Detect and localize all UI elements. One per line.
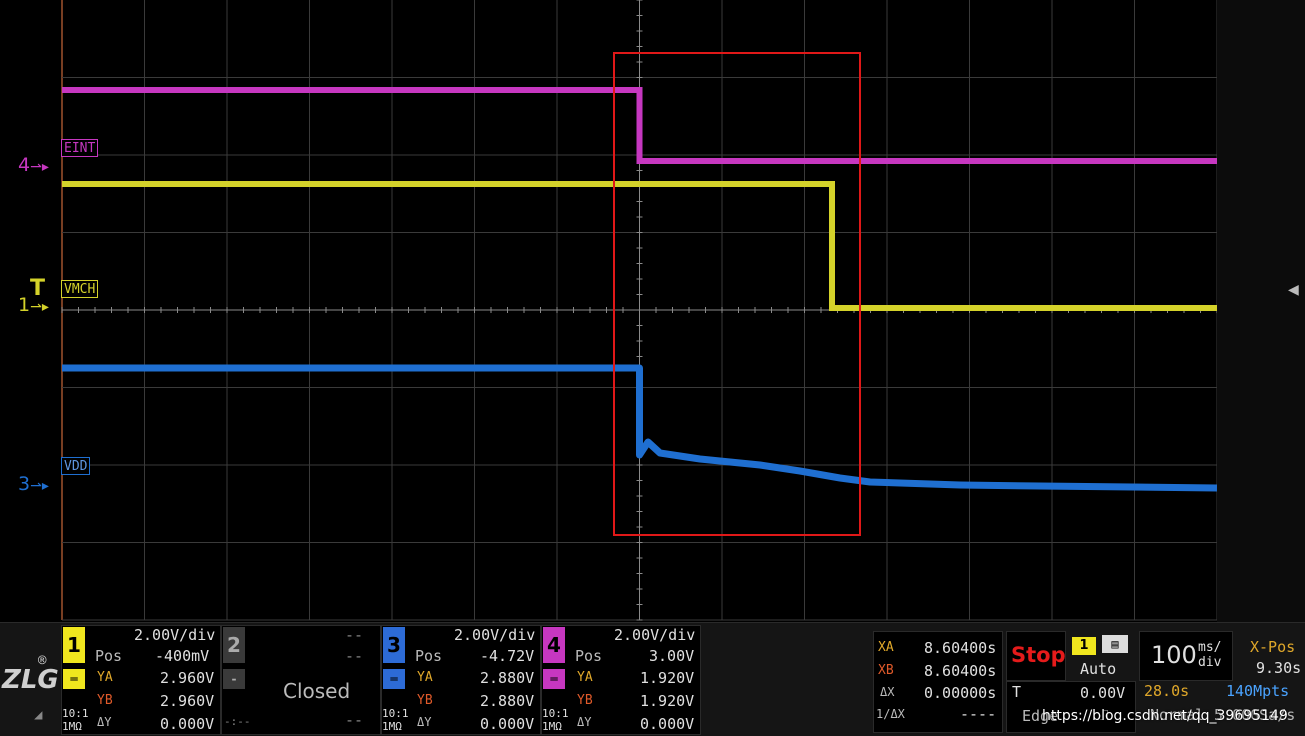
timebase-unit-bottom: div — [1198, 655, 1222, 670]
scope-display[interactable]: EINT VMCH VDD 4⇀▸ T 1⇀▸ 3⇀▸ — [0, 0, 1305, 622]
ch4-probe[interactable]: 10:1 — [542, 707, 569, 720]
ch4-badge[interactable]: 4 — [543, 627, 565, 663]
ch1-dy-label: ΔY — [97, 715, 112, 729]
arrow-right-icon: ⇀▸ — [30, 159, 49, 175]
ch4-coupling-icon[interactable]: ═ — [543, 669, 565, 689]
cursor-xb-label: XB — [878, 663, 894, 678]
ch3-yb-value: 2.880V — [480, 692, 535, 710]
ch3-pos-label: Pos — [415, 647, 443, 665]
ch1-impedance[interactable]: 1MΩ — [62, 720, 82, 733]
cursor-xb-value: 8.60400s — [924, 662, 997, 680]
arrow-right-icon: ⇀▸ — [30, 478, 49, 494]
memory-depth[interactable]: 140Mpts — [1226, 682, 1289, 700]
ch1-ya-value: 2.960V — [160, 669, 215, 687]
cursor-xa-value: 8.60400s — [924, 639, 997, 657]
ch2-probe-dash: -:-- — [224, 715, 251, 728]
trigger-level[interactable]: 0.00V — [1080, 684, 1125, 702]
ch2-pos-dash: -- — [345, 647, 364, 665]
timebase-value[interactable]: 100 — [1151, 641, 1197, 669]
ch4-ya-label: YA — [577, 670, 593, 685]
waveform-area[interactable] — [0, 0, 1305, 622]
ch4-yb-label: YB — [577, 693, 593, 708]
ch3-scale[interactable]: 2.00V/div — [454, 626, 535, 644]
ch3-ya-label: YA — [417, 670, 433, 685]
ch2-dy-dash: -- — [345, 711, 364, 729]
ch3-yb-label: YB — [417, 693, 433, 708]
ch1-ya-label: YA — [97, 670, 113, 685]
ch3-coupling-icon[interactable]: ═ — [383, 669, 405, 689]
ch4-offset-marker[interactable]: 4⇀▸ — [18, 154, 49, 176]
ch1-coupling-icon[interactable]: ═ — [63, 669, 85, 689]
ch4-impedance[interactable]: 1MΩ — [542, 720, 562, 733]
eint-trace — [62, 87, 1217, 164]
ch1-dy-value: 0.000V — [160, 715, 215, 733]
vdd-channel-label[interactable]: VDD — [61, 457, 91, 475]
ch4-dy-label: ΔY — [577, 715, 592, 729]
ch1-yb-label: YB — [97, 693, 113, 708]
trigger-mode[interactable]: Auto — [1080, 660, 1116, 678]
ch1-badge[interactable]: 1 — [63, 627, 85, 663]
expand-panel-arrow-icon[interactable]: ◀ — [1288, 282, 1299, 298]
ch3-offset-marker[interactable]: 3⇀▸ — [18, 473, 49, 495]
ch4-pos-label: Pos — [575, 647, 603, 665]
registered-mark: ® — [38, 653, 47, 669]
ch3-impedance[interactable]: 1MΩ — [382, 720, 402, 733]
timebase-unit-top: ms/ — [1198, 640, 1222, 655]
ch2-scale-dash: -- — [345, 626, 364, 644]
watermark-url: https://blog.csdn.net/qq_39695149 — [1042, 708, 1288, 724]
run-state-label[interactable]: Stop — [1011, 643, 1066, 667]
ch1-pos-value[interactable]: -400mV — [155, 647, 209, 665]
ch3-dy-value: 0.000V — [480, 715, 535, 733]
brand-logo: ZLG — [2, 665, 59, 695]
trigger-t-label: T — [1012, 683, 1022, 701]
status-panel: ZLG ® ◢ 1 2.00V/div Pos -400mV ═ YA 2.96… — [0, 622, 1305, 736]
cursor-dx-value: 0.00000s — [924, 684, 997, 702]
ch2-coupling-icon[interactable]: - — [223, 669, 245, 689]
cursor-inv-value: ---- — [960, 705, 997, 723]
ch1-offset-marker[interactable]: 1⇀▸ — [18, 294, 49, 316]
ch1-pos-label: Pos — [95, 647, 123, 665]
arrow-right-icon: ⇀▸ — [30, 299, 49, 315]
vmch-channel-label[interactable]: VMCH — [61, 280, 99, 298]
ch4-scale[interactable]: 2.00V/div — [614, 626, 695, 644]
ch4-ya-value: 1.920V — [640, 669, 695, 687]
eint-channel-label[interactable]: EINT — [61, 139, 99, 157]
trigger-edge-icon[interactable]: ▤ — [1102, 635, 1128, 653]
cursor-dx-label: ΔX — [880, 685, 895, 699]
cursor-xa-label: XA — [878, 640, 894, 655]
ch3-dy-label: ΔY — [417, 715, 432, 729]
ch4-yb-value: 1.920V — [640, 692, 695, 710]
cursor-inv-label: 1/ΔX — [876, 707, 905, 721]
ch4-pos-value[interactable]: 3.00V — [649, 647, 694, 665]
acq-duration: 28.0s — [1144, 682, 1190, 700]
ch1-yb-value: 2.960V — [160, 692, 215, 710]
ch3-probe[interactable]: 10:1 — [382, 707, 409, 720]
ch2-badge[interactable]: 2 — [223, 627, 245, 663]
xpos-label: X-Pos — [1250, 638, 1296, 656]
ch3-badge[interactable]: 3 — [383, 627, 405, 663]
resize-grip-icon: ◢ — [34, 707, 43, 723]
side-panel-strip — [1217, 0, 1305, 622]
ch1-probe[interactable]: 10:1 — [62, 707, 89, 720]
ch2-status[interactable]: Closed — [283, 679, 350, 703]
ch3-ya-value: 2.880V — [480, 669, 535, 687]
xpos-value[interactable]: 9.30s — [1256, 659, 1301, 677]
ch4-dy-value: 0.000V — [640, 715, 695, 733]
ch1-scale[interactable]: 2.00V/div — [134, 626, 215, 644]
trigger-source-badge[interactable]: 1 — [1072, 637, 1096, 655]
ch3-pos-value[interactable]: -4.72V — [480, 647, 534, 665]
